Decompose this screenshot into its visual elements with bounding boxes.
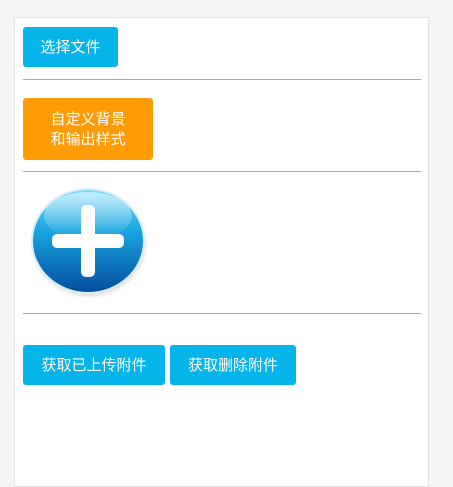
divider [23,313,421,314]
custom-style-label-line1: 自定义背景 [50,110,126,128]
uploader-panel: 选择文件 自定义背景 和输出样式 获取已上传附件 获取删除附件 [14,17,429,487]
get-uploaded-attachments-button[interactable]: 获取已上传附件 [23,345,165,385]
choose-file-button[interactable]: 选择文件 [23,27,118,67]
divider [23,79,421,80]
get-deleted-attachments-button[interactable]: 获取删除附件 [170,345,296,385]
plus-circle-icon[interactable] [29,186,149,298]
divider [23,171,421,172]
custom-style-label-line2: 和输出样式 [50,130,126,148]
custom-style-button[interactable]: 自定义背景 和输出样式 [23,98,153,160]
